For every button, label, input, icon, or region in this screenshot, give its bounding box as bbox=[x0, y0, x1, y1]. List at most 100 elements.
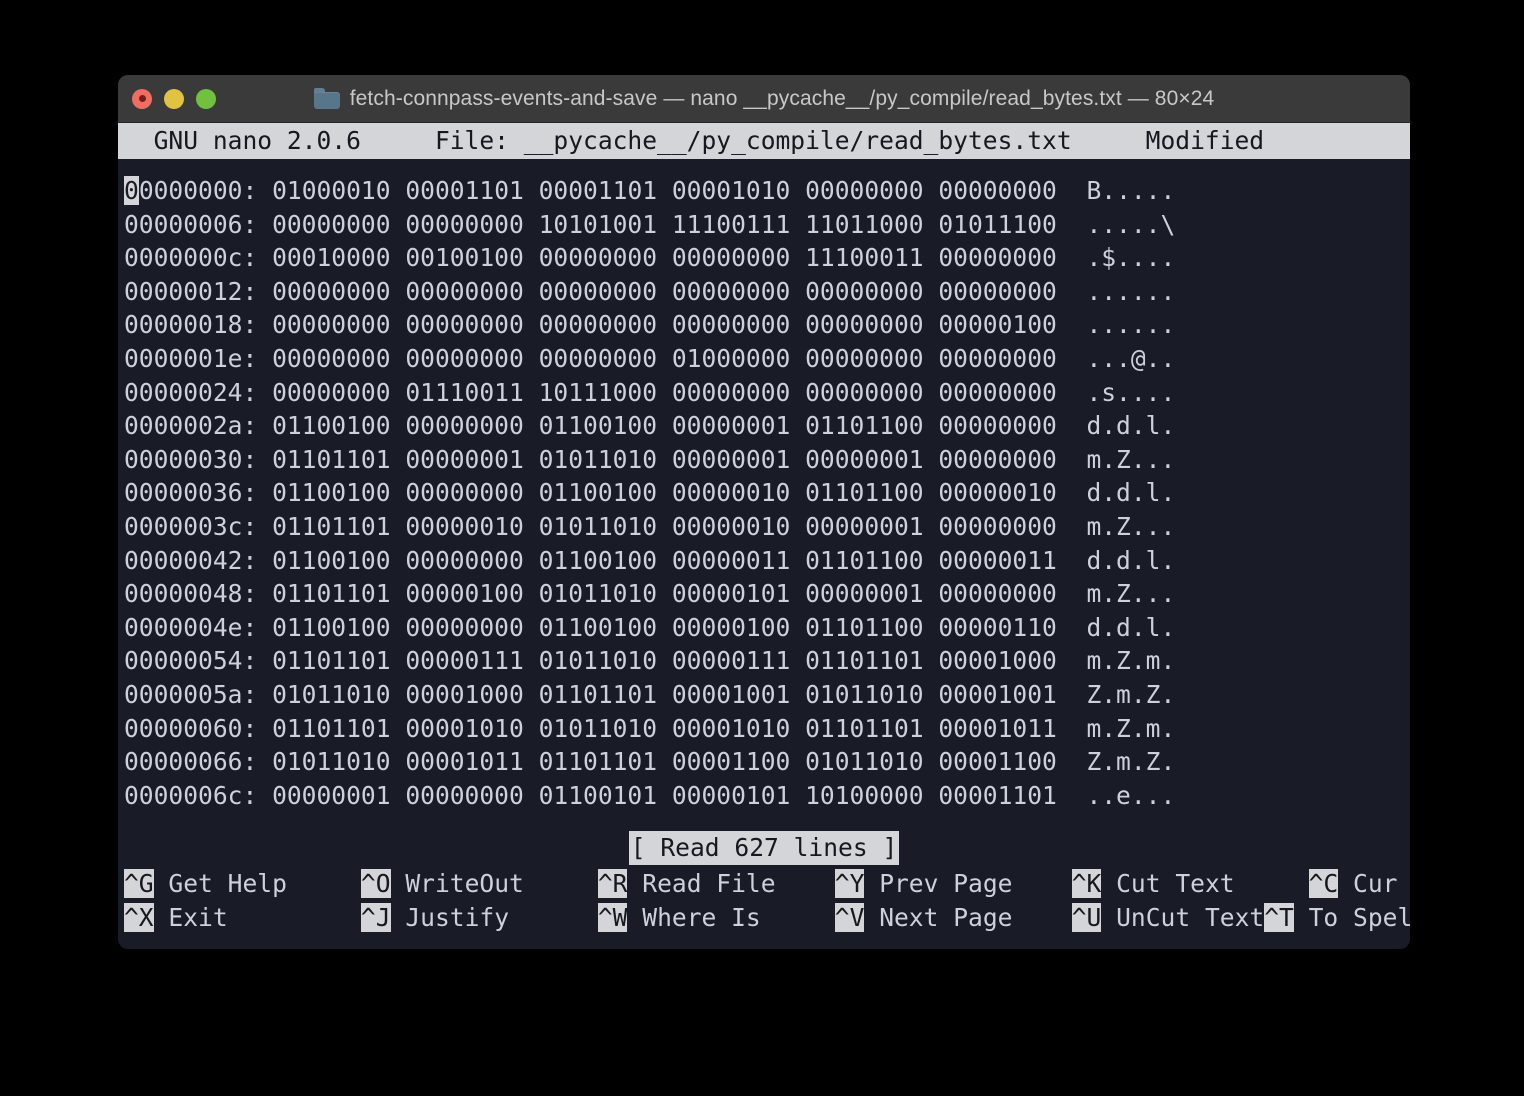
hex-binary-bytes: 00000000 00000000 00000000 00000000 0000… bbox=[257, 276, 1057, 306]
maximize-button[interactable] bbox=[196, 88, 216, 109]
hex-offset: 0000005a: bbox=[124, 679, 258, 709]
status-message: [ Read 627 lines ] bbox=[628, 831, 900, 865]
hex-offset: 00000006: bbox=[124, 209, 258, 239]
hex-binary-bytes: 00000000 00000000 00000000 01000000 0000… bbox=[257, 343, 1057, 373]
shortcut-item[interactable]: ^T To Spell bbox=[1264, 901, 1410, 935]
nano-shortcut-bar[interactable]: ^G Get Help ^O WriteOut ^R Read File ^Y … bbox=[118, 865, 1410, 934]
shortcut-key[interactable]: ^U bbox=[1071, 902, 1102, 932]
hex-ascii-column: m.Z... bbox=[1056, 579, 1176, 609]
window-controls bbox=[132, 88, 216, 109]
nano-title-bar-text: GNU nano 2.0.6 File: __pycache__/py_comp… bbox=[124, 126, 1279, 156]
shortcut-key[interactable]: ^W bbox=[597, 902, 628, 932]
shortcut-label[interactable]: WriteOut bbox=[391, 869, 598, 898]
hex-offset: 00000030: bbox=[124, 444, 258, 474]
shortcut-item[interactable]: ^Y Prev Page bbox=[834, 867, 1072, 901]
shortcut-item[interactable]: ^V Next Page bbox=[834, 901, 1072, 935]
hex-ascii-column: ...@.. bbox=[1056, 343, 1176, 373]
hex-offset: 00000060: bbox=[124, 713, 258, 743]
window-titlebar[interactable]: fetch-connpass-events-and-save — nano __… bbox=[118, 75, 1410, 123]
hex-ascii-column: ...... bbox=[1056, 310, 1176, 340]
shortcut-key[interactable]: ^Y bbox=[834, 869, 865, 898]
hex-ascii-column: .s.... bbox=[1056, 377, 1176, 407]
hex-offset: 0000001e: bbox=[124, 343, 258, 373]
hex-offset: 0000006c: bbox=[124, 780, 258, 810]
shortcut-item[interactable]: ^R Read File bbox=[597, 867, 835, 901]
hex-offset: 00000066: bbox=[124, 747, 258, 777]
hex-offset: 00000024: bbox=[124, 377, 258, 407]
hex-ascii-column: m.Z... bbox=[1056, 511, 1176, 541]
shortcut-label[interactable]: Prev Page bbox=[864, 869, 1071, 898]
shortcut-label[interactable]: UnCut Text bbox=[1101, 903, 1264, 932]
nano-text-area[interactable]: 00000000: 01000010 00001101 00001101 000… bbox=[118, 159, 1410, 831]
hex-ascii-column: ..e... bbox=[1056, 780, 1176, 810]
shortcut-key[interactable]: ^X bbox=[124, 902, 154, 932]
hex-offset: 00000048: bbox=[124, 579, 258, 609]
shortcut-item[interactable]: ^X Exit bbox=[124, 901, 361, 935]
shortcut-key[interactable]: ^O bbox=[360, 869, 391, 898]
hex-dump-row: 00000024: 00000000 01110011 10111000 000… bbox=[124, 376, 1410, 410]
shortcut-label[interactable]: Cur Pos bbox=[1338, 869, 1410, 898]
shortcut-key[interactable]: ^T bbox=[1264, 902, 1294, 932]
shortcut-label[interactable]: Read File bbox=[627, 869, 834, 898]
shortcut-item[interactable]: ^G Get Help bbox=[124, 867, 361, 901]
shortcut-item[interactable]: ^K Cut Text bbox=[1071, 867, 1309, 901]
hex-binary-bytes: 01101101 00000111 01011010 00000111 0110… bbox=[257, 646, 1057, 676]
nano-editor[interactable]: GNU nano 2.0.6 File: __pycache__/py_comp… bbox=[118, 123, 1410, 949]
hex-dump-row: 0000005a: 01011010 00001000 01101101 000… bbox=[124, 678, 1410, 712]
hex-offset: 00000042: bbox=[124, 545, 258, 575]
shortcut-key[interactable]: ^K bbox=[1071, 869, 1102, 898]
shortcut-label[interactable]: Next Page bbox=[864, 903, 1071, 932]
hex-dump-row: 0000001e: 00000000 00000000 00000000 010… bbox=[124, 342, 1410, 376]
hex-dump-row: 00000060: 01101101 00001010 01011010 000… bbox=[124, 712, 1410, 746]
hex-dump-row: 0000003c: 01101101 00000010 01011010 000… bbox=[124, 510, 1410, 544]
shortcut-key[interactable]: ^R bbox=[597, 869, 628, 898]
nano-title-bar: GNU nano 2.0.6 File: __pycache__/py_comp… bbox=[118, 123, 1410, 159]
hex-offset: 00000036: bbox=[124, 478, 258, 508]
terminal-window: fetch-connpass-events-and-save — nano __… bbox=[118, 75, 1410, 949]
shortcut-key[interactable]: ^J bbox=[360, 902, 391, 932]
text-cursor: 0 bbox=[124, 176, 139, 205]
hex-ascii-column: d.d.l. bbox=[1056, 545, 1176, 575]
shortcut-key[interactable]: ^G bbox=[124, 869, 154, 898]
hex-binary-bytes: 01101101 00001010 01011010 00001010 0110… bbox=[257, 713, 1057, 743]
desktop-background: fetch-connpass-events-and-save — nano __… bbox=[0, 0, 1524, 1096]
hex-binary-bytes: 00000001 00000000 01100101 00000101 1010… bbox=[257, 780, 1057, 810]
shortcut-label[interactable]: To Spell bbox=[1294, 903, 1410, 932]
hex-ascii-column: .....\ bbox=[1056, 209, 1176, 239]
shortcut-item[interactable]: ^J Justify bbox=[360, 901, 598, 935]
shortcut-label[interactable]: Justify bbox=[391, 903, 598, 932]
shortcut-item[interactable]: ^W Where Is bbox=[597, 901, 835, 935]
shortcut-key[interactable]: ^C bbox=[1308, 869, 1339, 898]
hex-binary-bytes: 01000010 00001101 00001101 00001010 0000… bbox=[257, 176, 1057, 205]
hex-ascii-column: m.Z... bbox=[1056, 444, 1176, 474]
hex-dump-row: 00000006: 00000000 00000000 10101001 111… bbox=[124, 208, 1410, 242]
shortcut-label[interactable]: Cut Text bbox=[1101, 869, 1308, 898]
shortcut-key[interactable]: ^V bbox=[834, 902, 865, 932]
hex-offset: 0000002a: bbox=[124, 411, 258, 441]
hex-binary-bytes: 01100100 00000000 01100100 00000011 0110… bbox=[257, 545, 1057, 575]
hex-binary-bytes: 01100100 00000000 01100100 00000001 0110… bbox=[257, 411, 1057, 441]
shortcut-label[interactable]: Get Help bbox=[154, 869, 361, 898]
hex-ascii-column: Z.m.Z. bbox=[1056, 679, 1176, 709]
hex-ascii-column: ...... bbox=[1056, 276, 1176, 306]
hex-offset: 0000004e: bbox=[124, 612, 258, 642]
hex-dump-row: 00000000: 01000010 00001101 00001101 000… bbox=[124, 174, 1410, 208]
hex-binary-bytes: 01011010 00001011 01101101 00001100 0101… bbox=[257, 747, 1057, 777]
hex-offset: 00000000: bbox=[124, 176, 258, 205]
shortcut-item[interactable]: ^U UnCut Text bbox=[1071, 901, 1264, 935]
hex-offset: 0000003c: bbox=[124, 511, 258, 541]
shortcut-label[interactable]: Where Is bbox=[627, 903, 834, 932]
hex-binary-bytes: 01011010 00001000 01101101 00001001 0101… bbox=[257, 679, 1057, 709]
hex-binary-bytes: 01100100 00000000 01100100 00000100 0110… bbox=[257, 612, 1057, 642]
hex-dump-row: 00000036: 01100100 00000000 01100100 000… bbox=[124, 476, 1410, 510]
hex-ascii-column: d.d.l. bbox=[1056, 478, 1176, 508]
hex-ascii-column: d.d.l. bbox=[1056, 612, 1176, 642]
shortcut-item[interactable]: ^C Cur Pos bbox=[1308, 867, 1410, 901]
hex-dump-row: 00000048: 01101101 00000100 01011010 000… bbox=[124, 577, 1410, 611]
shortcut-label[interactable]: Exit bbox=[154, 903, 361, 932]
close-button[interactable] bbox=[132, 88, 152, 109]
minimize-button[interactable] bbox=[164, 88, 184, 109]
hex-ascii-column: Z.m.Z. bbox=[1056, 747, 1176, 777]
shortcut-item[interactable]: ^O WriteOut bbox=[360, 867, 598, 901]
window-title: fetch-connpass-events-and-save — nano __… bbox=[349, 86, 1215, 110]
